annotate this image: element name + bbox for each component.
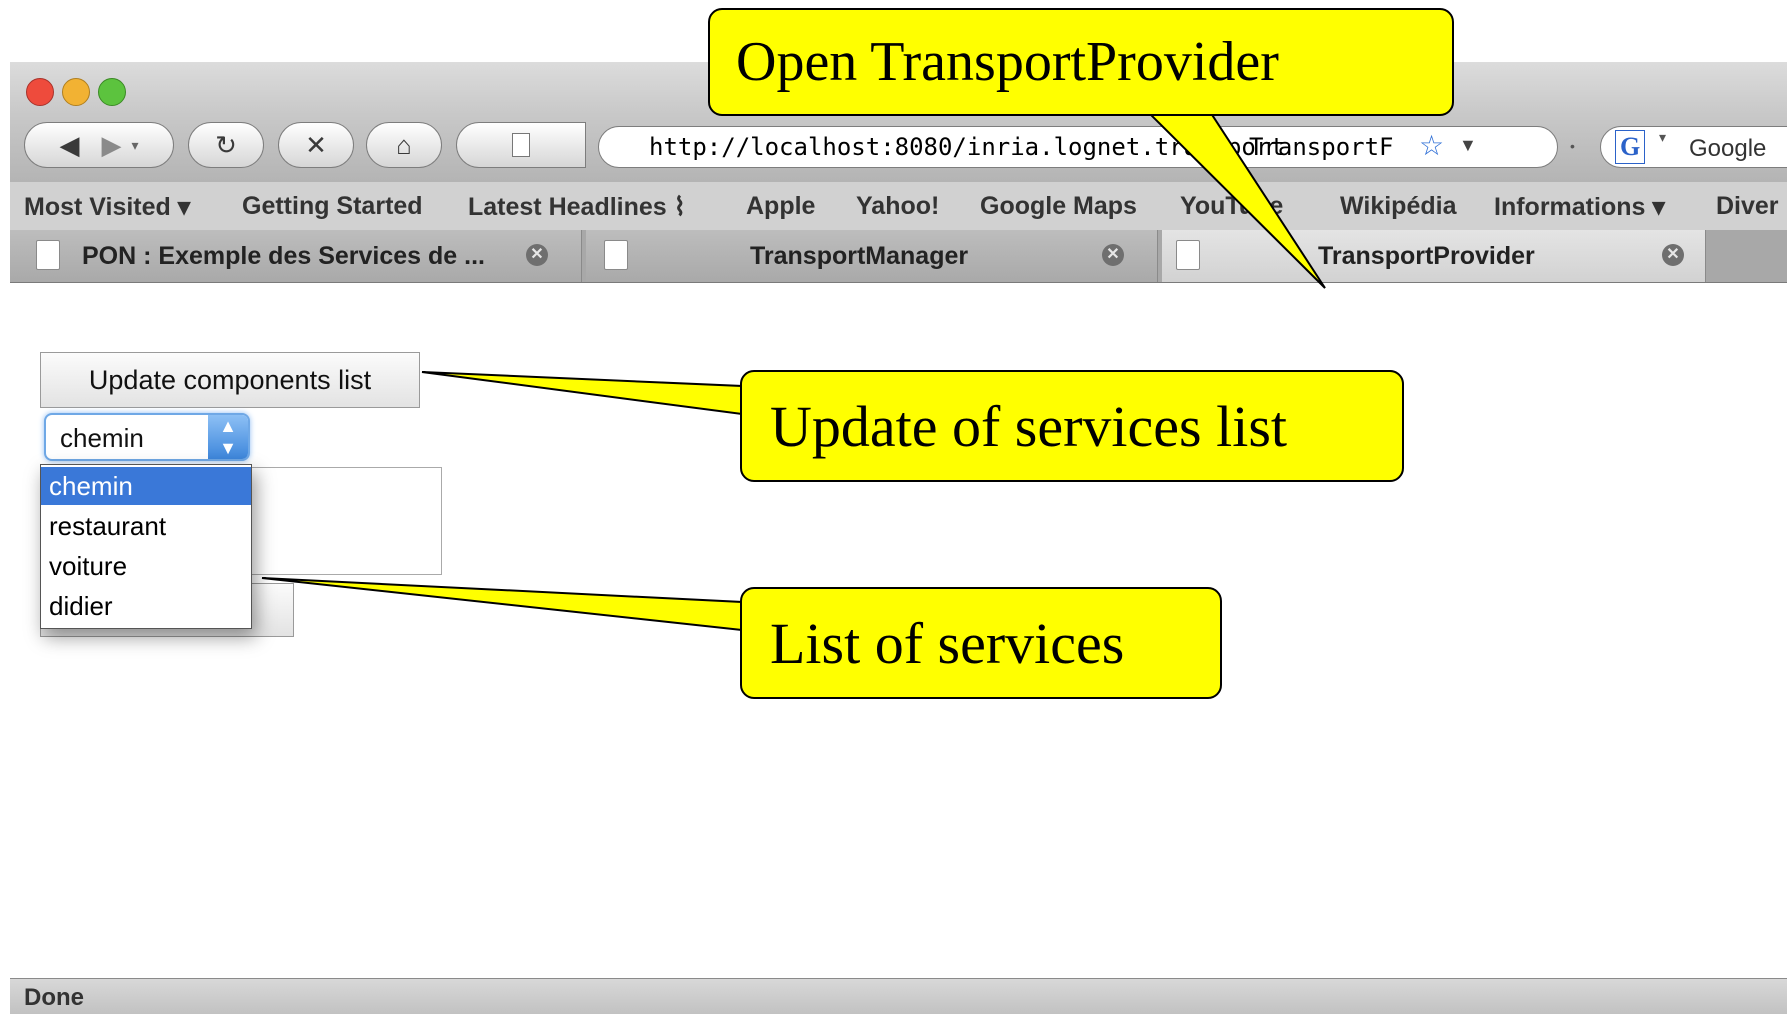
callout-pointer-open (1137, 103, 1326, 289)
callout-pointer-update (421, 371, 743, 416)
callout-pointers (261, 103, 1326, 632)
callout-pointer-list (261, 577, 743, 632)
callout-list-services: List of services (740, 587, 1222, 699)
callout-update-services: Update of services list (740, 370, 1404, 482)
callout-open-transportprovider: Open TransportProvider (708, 8, 1454, 116)
